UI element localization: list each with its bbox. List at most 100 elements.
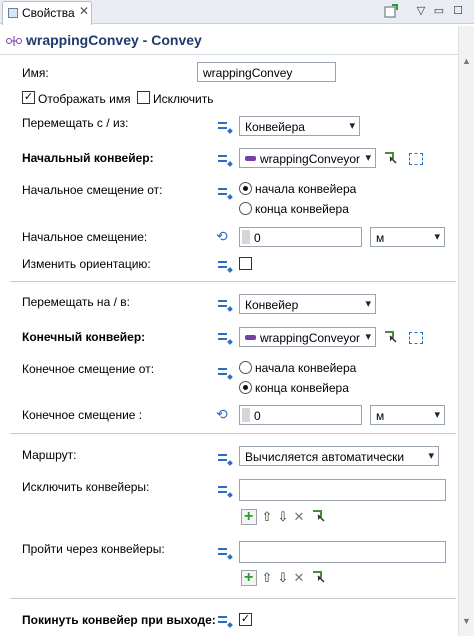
move-to-select[interactable]: Конвейер ▾	[239, 294, 376, 314]
select-from-graph-icon[interactable]	[311, 508, 327, 524]
vertical-scrollbar[interactable]: ▲ ▼	[458, 26, 474, 636]
select-from-graph-icon[interactable]	[311, 569, 327, 585]
remove-icon[interactable]: ✕	[291, 509, 307, 525]
add-conveyor-button[interactable]: +	[241, 508, 257, 525]
start-offset-value: 0	[254, 231, 261, 245]
end-conveyor-value: wrappingConveyor	[260, 331, 361, 345]
scroll-up-icon[interactable]: ▲	[462, 56, 471, 66]
start-offset-option-begin: начала конвейера	[255, 182, 357, 196]
tab-properties-label: Свойства	[22, 6, 75, 20]
maximize-icon[interactable]: ☐	[451, 4, 465, 18]
section-divider	[10, 281, 456, 282]
leave-conveyor-checkbox[interactable]: ✓	[239, 613, 252, 626]
dynamic-value-icon[interactable]: ⟲	[216, 407, 232, 421]
static-value-icon[interactable]	[218, 616, 233, 628]
page-title: wrappingConvey - Convey	[26, 32, 202, 48]
plus-icon: +	[244, 508, 254, 525]
show-name-checkbox[interactable]: ✓	[22, 91, 35, 104]
tab-properties[interactable]: Свойства ✕	[2, 1, 92, 25]
static-value-icon[interactable]	[218, 548, 233, 560]
route-select[interactable]: Вычисляется автоматически ▾	[239, 446, 439, 466]
chevron-down-icon: ▾	[365, 331, 371, 343]
chevron-down-icon: ▾	[434, 231, 440, 243]
move-from-label: Перемещать с / из:	[22, 116, 129, 130]
select-from-graph-icon[interactable]	[383, 150, 399, 166]
start-conveyor-select[interactable]: wrappingConveyor ▾	[239, 148, 376, 168]
end-offset-option-begin: начала конвейера	[255, 361, 357, 375]
static-value-icon[interactable]	[218, 368, 233, 380]
static-value-icon[interactable]	[218, 300, 233, 312]
static-value-icon[interactable]	[218, 155, 233, 167]
end-offset-from-label: Конечное смещение от:	[22, 362, 155, 376]
move-to-label: Перемещать на / в:	[22, 295, 130, 309]
static-value-icon[interactable]	[218, 454, 233, 466]
pass-conveyors-list[interactable]	[239, 541, 446, 563]
select-area-icon[interactable]	[409, 153, 423, 165]
static-value-icon[interactable]	[218, 188, 233, 200]
close-tab-icon[interactable]: ✕	[79, 4, 89, 18]
route-label: Маршрут:	[22, 448, 77, 462]
change-orientation-label: Изменить ориентацию:	[22, 257, 151, 271]
end-offset-unit: м	[376, 409, 385, 423]
add-conveyor-button[interactable]: +	[241, 569, 257, 586]
show-name-label: Отображать имя	[38, 92, 131, 106]
new-view-icon[interactable]	[384, 4, 398, 18]
end-offset-value: 0	[254, 409, 261, 423]
end-offset-radio-end[interactable]	[239, 381, 252, 394]
exclude-label: Исключить	[153, 92, 214, 106]
remove-icon[interactable]: ✕	[291, 570, 307, 586]
start-offset-unit: м	[376, 231, 385, 245]
field-grip	[242, 408, 250, 422]
move-down-icon[interactable]: ⇩	[275, 509, 291, 525]
end-offset-unit-select[interactable]: м ▾	[370, 405, 445, 425]
name-label: Имя:	[22, 66, 49, 80]
static-value-icon[interactable]	[218, 261, 233, 273]
section-divider	[10, 598, 456, 599]
chevron-down-icon: ▾	[365, 298, 371, 310]
name-input[interactable]: wrappingConvey	[197, 62, 336, 82]
view-menu-icon[interactable]: ▽	[414, 4, 428, 18]
start-offset-radio-begin[interactable]	[239, 182, 252, 195]
start-offset-label: Начальное смещение:	[22, 230, 148, 244]
field-grip	[242, 230, 250, 244]
select-from-graph-icon[interactable]	[383, 329, 399, 345]
name-value: wrappingConvey	[203, 66, 293, 80]
static-value-icon[interactable]	[218, 122, 233, 134]
end-offset-input[interactable]: 0	[239, 405, 362, 425]
start-conveyor-value: wrappingConveyor	[260, 152, 361, 166]
move-down-icon[interactable]: ⇩	[275, 570, 291, 586]
start-conveyor-label: Начальный конвейер:	[22, 151, 154, 165]
move-to-value: Конвейер	[245, 298, 299, 312]
static-value-icon[interactable]	[218, 486, 233, 498]
exclude-checkbox[interactable]	[137, 91, 150, 104]
scroll-down-icon[interactable]: ▼	[462, 616, 471, 626]
move-up-icon[interactable]: ⇧	[259, 509, 275, 525]
start-offset-radio-end[interactable]	[239, 202, 252, 215]
exclude-conveyors-label: Исключить конвейеры:	[22, 480, 150, 494]
start-offset-input[interactable]: 0	[239, 227, 362, 247]
end-offset-label: Конечное смещение :	[22, 408, 143, 422]
change-orientation-checkbox[interactable]	[239, 257, 252, 270]
move-from-select[interactable]: Конвейера ▾	[239, 116, 360, 136]
select-area-icon[interactable]	[409, 332, 423, 344]
properties-header: wrappingConvey - Convey	[0, 25, 458, 55]
start-offset-from-label: Начальное смещение от:	[22, 183, 163, 197]
chevron-down-icon: ▾	[349, 120, 355, 132]
end-conveyor-select[interactable]: wrappingConveyor ▾	[239, 327, 376, 347]
start-offset-unit-select[interactable]: м ▾	[370, 227, 445, 247]
start-offset-option-end: конца конвейера	[255, 202, 349, 216]
convey-block-icon	[6, 35, 22, 50]
exclude-conveyors-list[interactable]	[239, 479, 446, 501]
dynamic-value-icon[interactable]: ⟲	[216, 229, 232, 243]
minimize-icon[interactable]: ▭	[432, 4, 446, 18]
static-value-icon[interactable]	[218, 333, 233, 345]
plus-icon: +	[244, 569, 254, 586]
section-divider	[10, 433, 456, 434]
conveyor-icon	[245, 335, 256, 340]
end-offset-radio-begin[interactable]	[239, 361, 252, 374]
end-offset-option-end: конца конвейера	[255, 381, 349, 395]
end-conveyor-label: Конечный конвейер:	[22, 330, 146, 344]
route-value: Вычисляется автоматически	[245, 450, 405, 464]
move-up-icon[interactable]: ⇧	[259, 570, 275, 586]
chevron-down-icon: ▾	[434, 409, 440, 421]
